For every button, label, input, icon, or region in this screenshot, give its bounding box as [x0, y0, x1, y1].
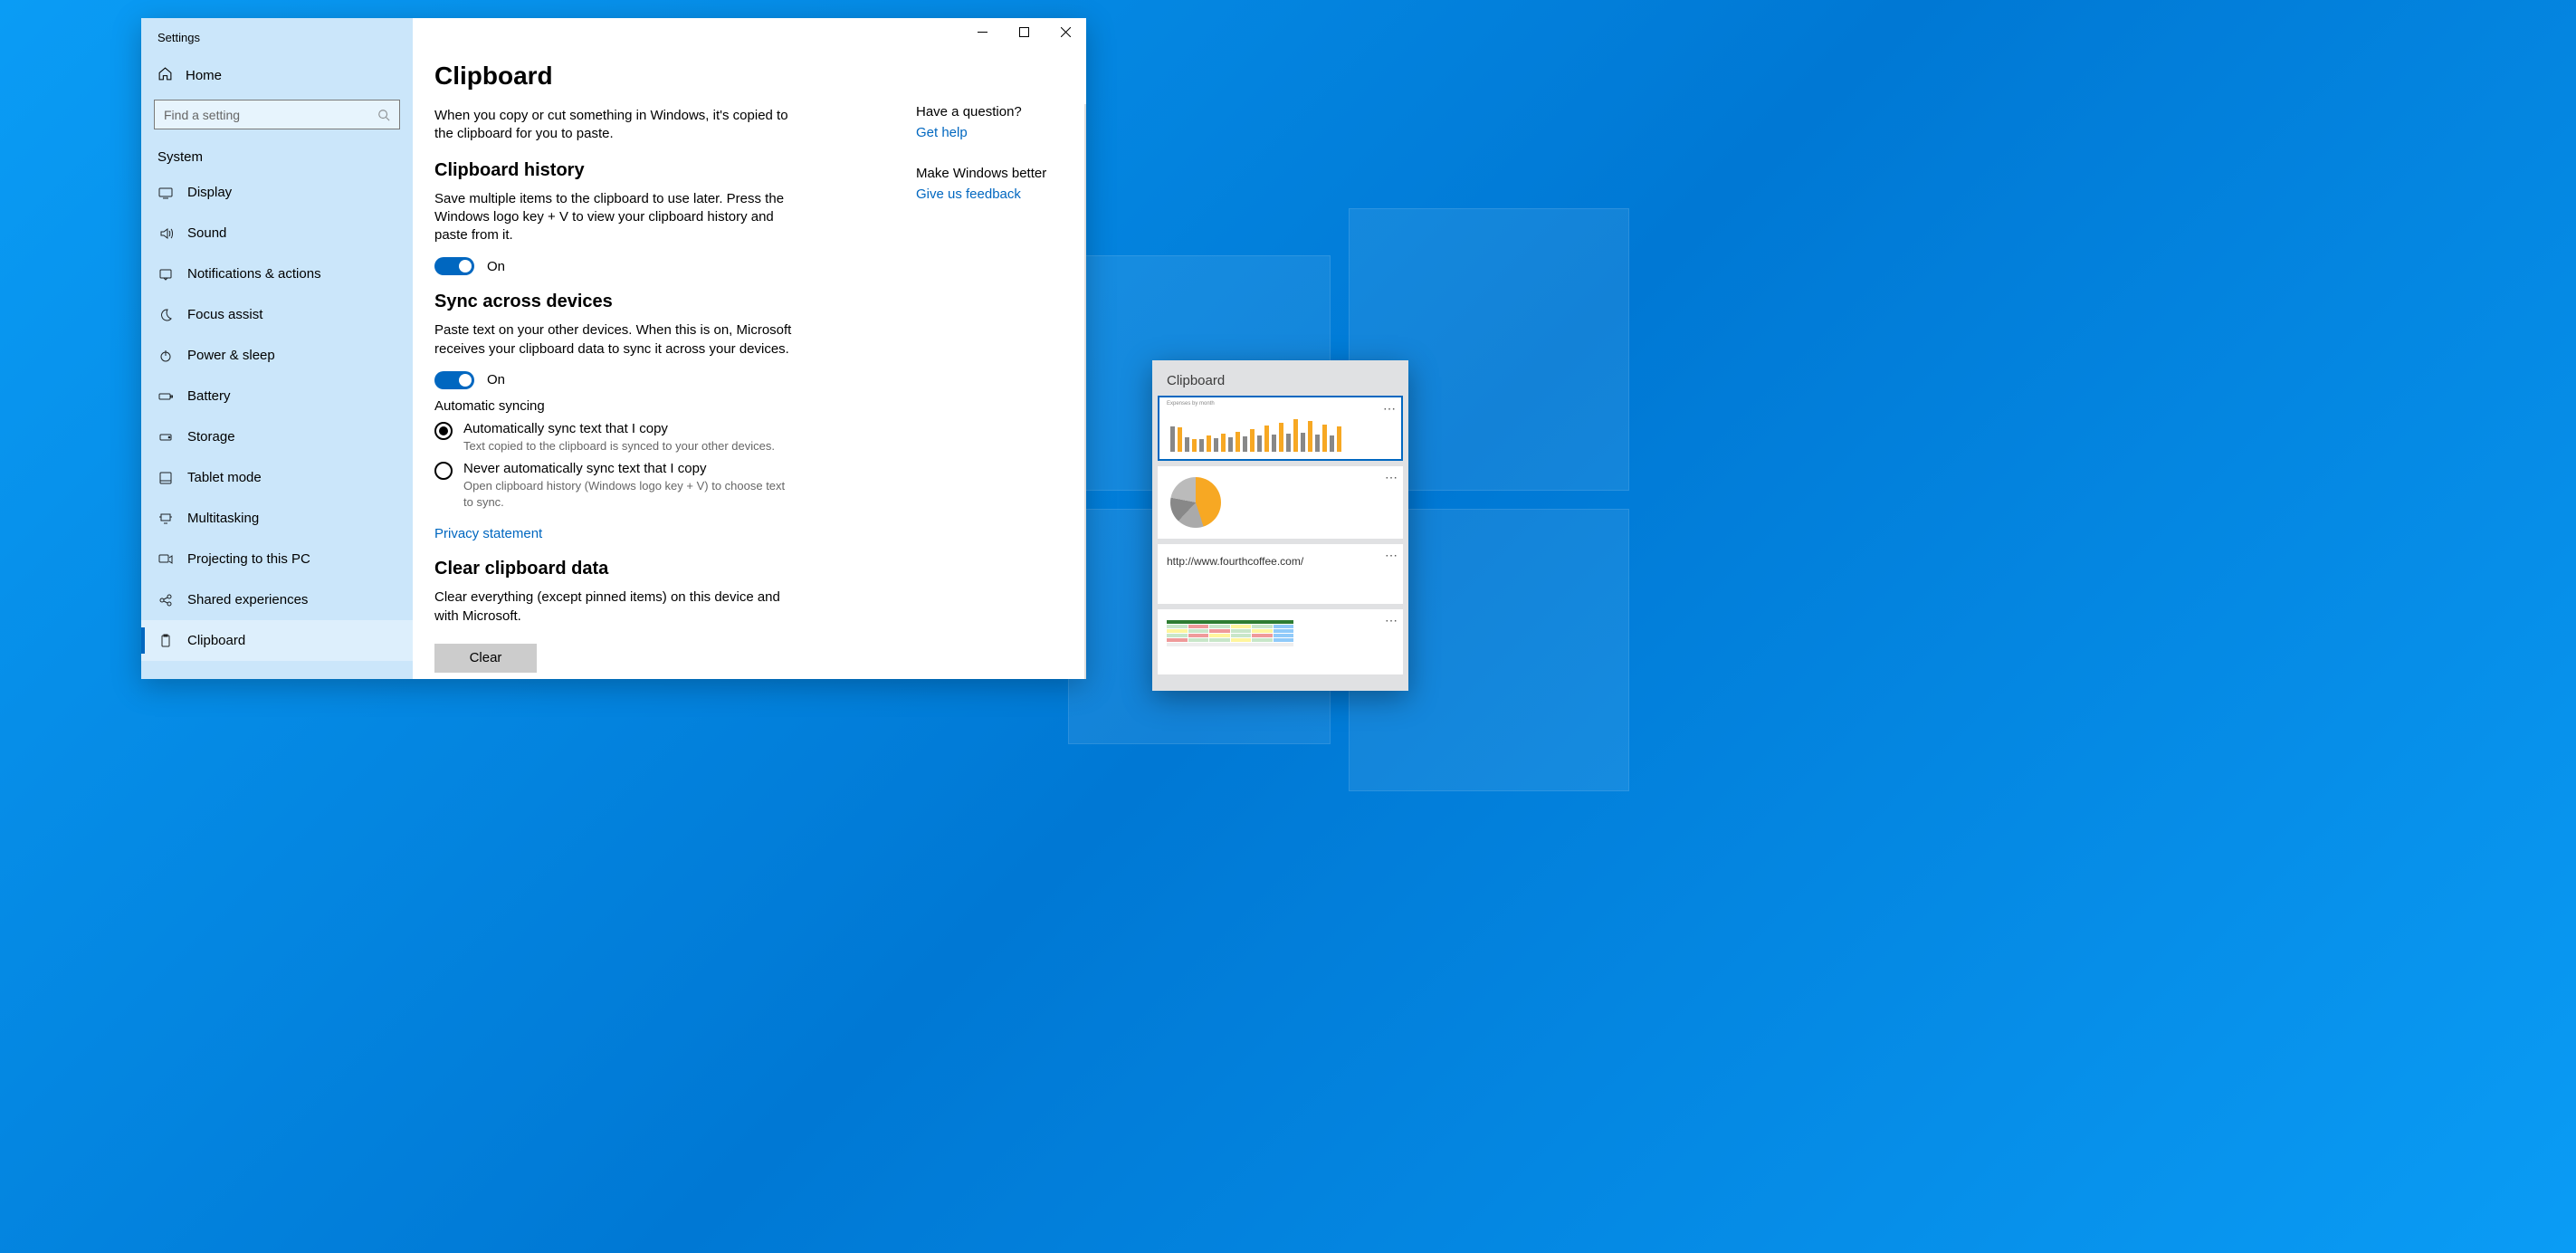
privacy-link[interactable]: Privacy statement	[434, 526, 542, 541]
sidebar-item-power[interactable]: Power & sleep	[141, 335, 413, 376]
radio-icon	[434, 422, 453, 440]
sidebar-items: Display Sound Notifications & actions Fo…	[141, 172, 413, 679]
radio-auto-sync[interactable]: Automatically sync text that I copy Text…	[434, 421, 797, 454]
chart-title: Expenses by month	[1167, 401, 1215, 407]
sidebar-item-notifications[interactable]: Notifications & actions	[141, 253, 413, 294]
history-heading: Clipboard history	[434, 160, 797, 181]
sidebar-item-storage[interactable]: Storage	[141, 416, 413, 457]
clear-heading: Clear clipboard data	[434, 559, 797, 579]
aside-question: Have a question?	[916, 104, 1075, 120]
sidebar-item-label: Battery	[187, 388, 231, 404]
table-icon	[1167, 620, 1293, 664]
sidebar-item-label: Multitasking	[187, 511, 259, 526]
tablet-icon	[157, 471, 173, 485]
clipboard-icon	[157, 634, 173, 648]
sidebar: Settings Home System Display Sound	[141, 18, 413, 679]
content-area: Clipboard When you copy or cut something…	[413, 18, 1086, 679]
history-toggle-label: On	[487, 259, 505, 274]
sidebar-item-clipboard[interactable]: Clipboard	[141, 620, 413, 661]
sync-toggle-label: On	[487, 372, 505, 387]
home-icon	[157, 66, 173, 85]
moon-icon	[157, 308, 173, 322]
sidebar-item-display[interactable]: Display	[141, 172, 413, 213]
sidebar-item-focus-assist[interactable]: Focus assist	[141, 294, 413, 335]
search-input[interactable]	[164, 108, 377, 122]
sidebar-item-label: Storage	[187, 429, 235, 445]
home-label: Home	[186, 68, 222, 83]
radio-never-sub: Open clipboard history (Windows logo key…	[463, 478, 797, 510]
clipboard-item-chart[interactable]: ⋯ Expenses by month	[1158, 396, 1403, 461]
home-nav[interactable]: Home	[141, 50, 413, 94]
power-icon	[157, 349, 173, 363]
search-box[interactable]	[154, 100, 400, 129]
clipboard-item-pie[interactable]: ⋯	[1158, 466, 1403, 539]
clipboard-flyout: Clipboard ⋯ Expenses by month ⋯	[1152, 360, 1408, 691]
sound-icon	[157, 226, 173, 241]
main-content: Clipboard When you copy or cut something…	[413, 18, 905, 679]
sync-desc: Paste text on your other devices. When t…	[434, 321, 797, 359]
sidebar-item-label: Notifications & actions	[187, 266, 321, 282]
radio-auto-title: Automatically sync text that I copy	[463, 421, 775, 436]
window-title: Settings	[141, 18, 413, 50]
multitasking-icon	[157, 512, 173, 526]
more-icon[interactable]: ⋯	[1385, 548, 1398, 563]
aside-panel: Have a question? Get help Make Windows b…	[905, 18, 1086, 679]
history-toggle[interactable]	[434, 257, 474, 275]
sidebar-item-sound[interactable]: Sound	[141, 213, 413, 253]
pie-chart-icon	[1170, 477, 1221, 528]
radio-never-sync[interactable]: Never automatically sync text that I cop…	[434, 461, 797, 510]
clipboard-flyout-title: Clipboard	[1152, 360, 1408, 396]
notifications-icon	[157, 267, 173, 282]
sidebar-item-label: Sound	[187, 225, 226, 241]
display-icon	[157, 186, 173, 200]
aside-better: Make Windows better	[916, 166, 1075, 181]
more-icon[interactable]: ⋯	[1383, 401, 1396, 416]
search-icon	[377, 109, 390, 121]
clear-desc: Clear everything (except pinned items) o…	[434, 588, 797, 626]
sidebar-item-label: Shared experiences	[187, 592, 308, 607]
battery-icon	[157, 389, 173, 404]
shared-icon	[157, 593, 173, 607]
sidebar-item-label: Display	[187, 185, 232, 200]
get-help-link[interactable]: Get help	[916, 125, 968, 140]
sidebar-item-shared-experiences[interactable]: Shared experiences	[141, 579, 413, 620]
clipboard-list: ⋯ Expenses by month ⋯ ⋯ htt	[1152, 396, 1408, 691]
radio-icon	[434, 462, 453, 480]
bar-chart-icon	[1167, 416, 1394, 452]
sidebar-item-battery[interactable]: Battery	[141, 376, 413, 416]
sidebar-item-multitasking[interactable]: Multitasking	[141, 498, 413, 539]
page-title: Clipboard	[434, 62, 883, 91]
sidebar-section: System	[141, 140, 413, 172]
settings-window: Settings Home System Display Sound	[141, 18, 1086, 679]
history-desc: Save multiple items to the clipboard to …	[434, 190, 797, 245]
clipboard-item-text[interactable]: ⋯ http://www.fourthcoffee.com/	[1158, 544, 1403, 604]
clipboard-item-table[interactable]: ⋯	[1158, 609, 1403, 674]
intro-text: When you copy or cut something in Window…	[434, 107, 797, 144]
more-icon[interactable]: ⋯	[1385, 613, 1398, 628]
sidebar-item-label: Projecting to this PC	[187, 551, 310, 567]
clipboard-text: http://www.fourthcoffee.com/	[1165, 551, 1396, 571]
storage-icon	[157, 430, 173, 445]
auto-sync-label: Automatic syncing	[434, 398, 797, 414]
sync-heading: Sync across devices	[434, 292, 797, 312]
radio-auto-sub: Text copied to the clipboard is synced t…	[463, 438, 775, 454]
sidebar-item-label: Tablet mode	[187, 470, 262, 485]
sidebar-item-tablet-mode[interactable]: Tablet mode	[141, 457, 413, 498]
clear-button[interactable]: Clear	[434, 644, 537, 673]
sidebar-item-label: Clipboard	[187, 633, 245, 648]
feedback-link[interactable]: Give us feedback	[916, 187, 1021, 202]
sidebar-item-label: Power & sleep	[187, 348, 275, 363]
more-icon[interactable]: ⋯	[1385, 470, 1398, 485]
scrollbar[interactable]	[1084, 104, 1086, 679]
sidebar-item-projecting[interactable]: Projecting to this PC	[141, 539, 413, 579]
projecting-icon	[157, 552, 173, 567]
sync-toggle[interactable]	[434, 371, 474, 389]
radio-never-title: Never automatically sync text that I cop…	[463, 461, 797, 476]
sidebar-item-label: Focus assist	[187, 307, 262, 322]
